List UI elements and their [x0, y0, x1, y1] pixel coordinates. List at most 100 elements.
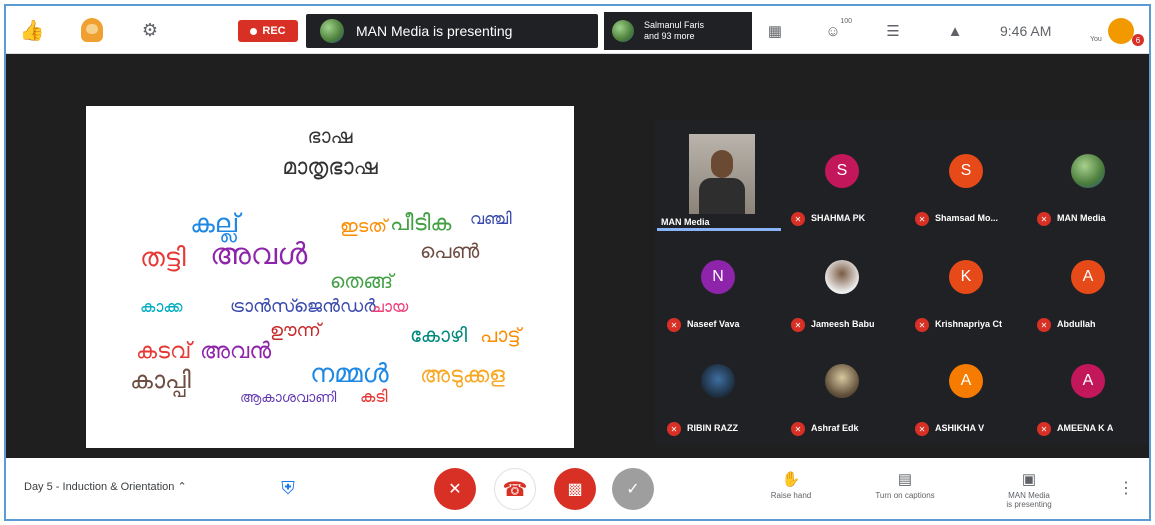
participants-line2: and 93 more — [644, 31, 695, 41]
check-icon: ✓ — [626, 481, 640, 498]
participant-name: MAN Media — [1057, 213, 1106, 223]
phone-hangup-icon: ☎ — [502, 478, 528, 501]
participant-avatar — [825, 260, 859, 294]
hand-icon: ✋ — [781, 471, 801, 488]
presentation-slide: ഭാഷ മാതൃഭാഷ കല്ല് അവൾ തട്ടി ഇടത് പീടിക വ… — [86, 106, 574, 448]
bottom-bar: Day 5 - Induction & Orientation ⌃ ⛨ ✕ ☎ … — [6, 458, 1149, 519]
presenting-label-2: is presenting — [1006, 500, 1052, 509]
mic-off-icon: ✕ — [1037, 318, 1051, 332]
presenting-button[interactable]: ▣ MAN Media is presenting — [984, 470, 1074, 509]
captions-button[interactable]: ▤ Turn on captions — [860, 470, 950, 500]
participant-name: AMEENA K A — [1057, 423, 1114, 433]
active-speaker-indicator — [657, 228, 781, 231]
participant-tile[interactable]: ✕ MAN Media — [1027, 126, 1149, 226]
people-icon[interactable]: ☺ 100 — [820, 18, 852, 44]
mic-off-icon: ✕ — [791, 212, 805, 226]
word-cloud: കല്ല് അവൾ തട്ടി ഇടത് പീടിക വഞ്ചി കാപ്പി … — [120, 202, 540, 412]
participant-name: Krishnapriya Ct — [935, 319, 1003, 329]
mic-off-icon: ✕ — [915, 422, 929, 436]
participant-tile[interactable]: ✕ Jameesh Babu — [781, 232, 905, 332]
participant-name: Ashraf Edk — [811, 423, 859, 433]
participants-summary[interactable]: Salmanul Faris and 93 more — [604, 12, 752, 50]
participant-tile[interactable]: K ✕ Krishnapriya Ct — [905, 232, 1029, 332]
rec-label: REC — [262, 25, 286, 37]
check-button[interactable]: ✓ — [612, 468, 654, 510]
self-label: You — [1090, 36, 1102, 43]
mic-off-icon: ✕ — [667, 318, 681, 332]
meeting-title[interactable]: Day 5 - Induction & Orientation ⌃ — [24, 480, 187, 493]
settings-icon[interactable]: ⚙ — [136, 16, 164, 44]
layout-icon[interactable]: ▦ — [762, 18, 788, 44]
participant-avatar: N — [701, 260, 735, 294]
cloud-word: കടവ് — [136, 339, 194, 364]
more-options-icon[interactable]: ⋮ — [1118, 478, 1134, 498]
participants-text: Salmanul Faris and 93 more — [644, 20, 704, 42]
participant-tile[interactable]: MAN Media — [657, 126, 781, 227]
participant-name: MAN Media — [661, 217, 710, 227]
participant-tile[interactable]: S ✕ SHAHMA PK — [781, 126, 905, 226]
cloud-word: ട്രാൻസ്ജെൻഡർ — [230, 296, 376, 317]
cloud-word: പെൺ — [420, 239, 479, 263]
participant-tile[interactable]: A ✕ AMEENA K A — [1027, 336, 1149, 436]
cloud-word: ഊന്ന് — [270, 320, 323, 341]
mic-off-icon: ✕ — [915, 212, 929, 226]
presenter-banner[interactable]: MAN Media is presenting — [306, 14, 598, 48]
captions-label-2: captions — [904, 491, 935, 500]
participant-tile[interactable]: ✕ RIBIN RAZZ — [657, 336, 781, 436]
mic-off-icon: ✕ — [448, 481, 462, 498]
cloud-word: പീടിക — [390, 211, 451, 236]
participant-tile[interactable]: A ✕ Abdullah — [1027, 232, 1149, 332]
cloud-word: തെങ്ങ് — [330, 269, 396, 293]
self-avatar[interactable] — [1108, 18, 1134, 44]
presenting-label-1: MAN Media — [1008, 491, 1050, 500]
participant-grid: MAN Media S ✕ SHAHMA PK S ✕ Shamsad Mo..… — [655, 120, 1149, 445]
cloud-word: കാപ്പി — [130, 366, 191, 397]
recording-badge[interactable]: REC — [238, 20, 298, 42]
raise-hand-button[interactable]: ✋ Raise hand — [746, 470, 836, 500]
cloud-word: ചായ — [370, 297, 409, 316]
raise-hand-label: Raise hand — [770, 491, 812, 500]
record-dot-icon — [250, 27, 258, 35]
participant-avatar — [612, 20, 634, 42]
participant-avatar: A — [949, 364, 983, 398]
participant-avatar: K — [949, 260, 983, 294]
mic-off-icon: ✕ — [667, 422, 681, 436]
cloud-word: നമ്മൾ — [310, 359, 390, 389]
camera-toggle-button[interactable]: ▩ — [554, 468, 596, 510]
participant-tile[interactable]: ✕ Ashraf Edk — [781, 336, 905, 436]
participant-avatar — [1071, 154, 1105, 188]
cloud-word: തട്ടി — [140, 243, 186, 273]
mic-off-icon: ✕ — [1037, 422, 1051, 436]
captions-icon: ▤ — [897, 471, 913, 488]
cloud-word: കോഴി — [410, 323, 468, 347]
participant-tile[interactable]: S ✕ Shamsad Mo... — [905, 126, 1029, 226]
participant-name: Naseef Vava — [687, 319, 740, 329]
participant-avatar — [825, 364, 859, 398]
video-person-head — [711, 150, 733, 178]
participant-name: Jameesh Babu — [811, 319, 875, 329]
participant-tile[interactable]: N ✕ Naseef Vava — [657, 232, 781, 332]
mic-toggle-button[interactable]: ✕ — [434, 468, 476, 510]
mic-off-icon: ✕ — [915, 318, 929, 332]
cloud-word: ഇടത് — [340, 216, 389, 237]
captions-label-1: Turn on — [875, 491, 903, 500]
cloud-word: കാക്ക — [140, 297, 183, 316]
camera-off-icon: ▩ — [567, 481, 583, 498]
mic-off-icon: ✕ — [1037, 212, 1051, 226]
presenter-text: MAN Media is presenting — [356, 23, 513, 39]
cloud-word: ആകാശവാണി — [240, 390, 336, 406]
thumbs-up-icon[interactable]: 👍 — [18, 16, 46, 44]
participant-name: Abdullah — [1057, 319, 1096, 329]
video-person-body — [699, 178, 745, 214]
cloud-word: അടുക്കള — [420, 363, 505, 388]
participants-line1: Salmanul Faris — [644, 20, 705, 30]
avatar-icon[interactable] — [78, 16, 106, 44]
participant-tile[interactable]: A ✕ ASHIKHA V — [905, 336, 1029, 436]
leave-call-button[interactable]: ☎ — [494, 468, 536, 510]
shield-icon[interactable]: ⛨ — [276, 474, 300, 502]
mic-off-icon: ✕ — [791, 318, 805, 332]
slide-subtitle: മാതൃഭാഷ — [282, 154, 378, 179]
participant-name: ASHIKHA V — [935, 423, 985, 433]
activities-icon[interactable]: ▲ — [942, 18, 968, 44]
chat-icon[interactable]: ☰ — [880, 18, 906, 44]
